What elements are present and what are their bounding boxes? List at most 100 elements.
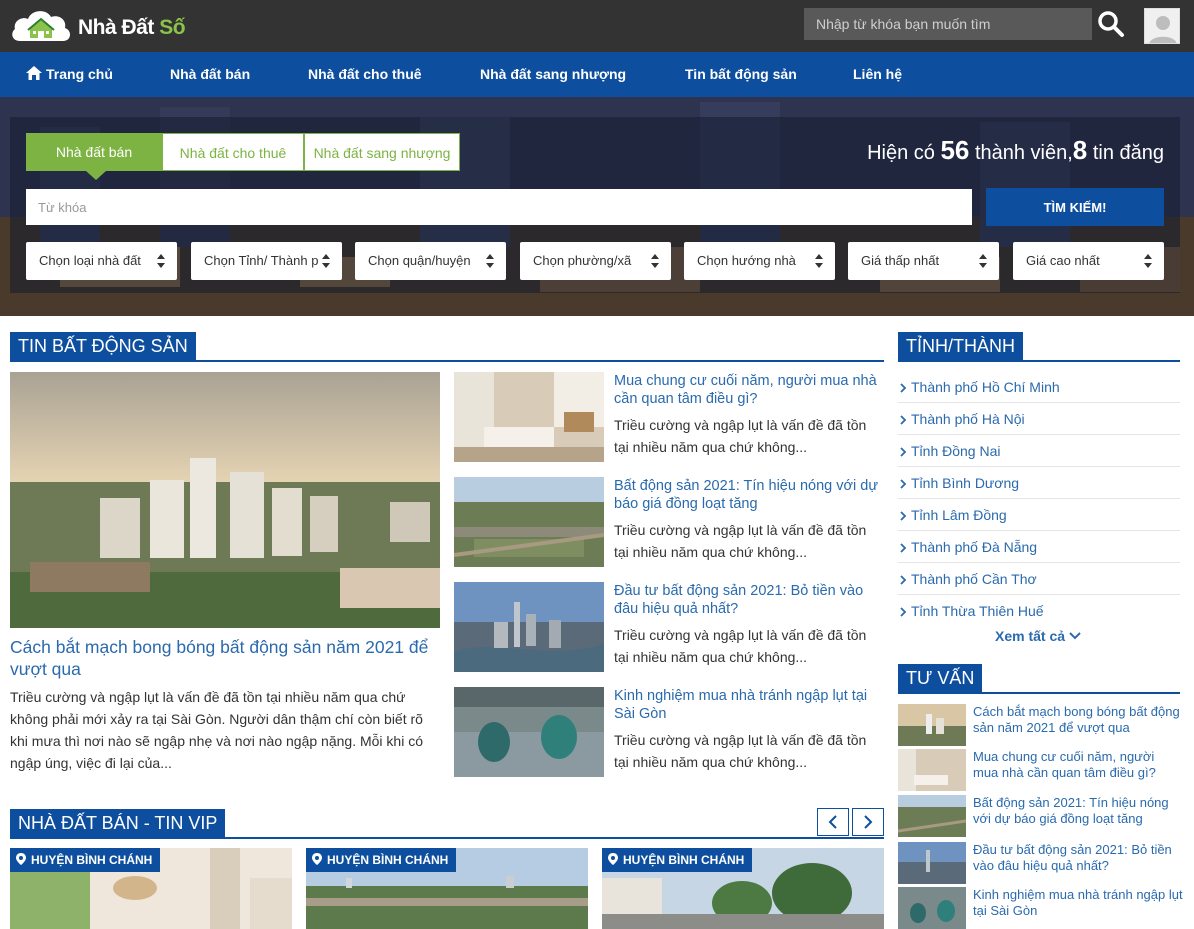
filter-district[interactable]: Chọn quận/huyện bbox=[355, 242, 506, 280]
news-thumb[interactable] bbox=[454, 582, 604, 672]
select-arrows-icon bbox=[1144, 254, 1152, 268]
member-count: 56 bbox=[940, 135, 970, 165]
advice-title[interactable]: Kinh nghiệm mua nhà tránh ngập lụt tại S… bbox=[973, 887, 1183, 919]
news-item: Bất động sản 2021: Tín hiệu nóng với dự … bbox=[454, 477, 884, 569]
province-item[interactable]: Tỉnh Đồng Nai bbox=[898, 435, 1180, 467]
chevron-right-icon bbox=[900, 511, 907, 521]
search-icon[interactable] bbox=[1097, 10, 1125, 38]
vip-next-button[interactable] bbox=[852, 808, 884, 836]
main-news-desc: Triều cường và ngập lụt là vấn đề đã tồn… bbox=[10, 689, 423, 771]
news-item: Kinh nghiệm mua nhà tránh ngập lụt tại S… bbox=[454, 687, 884, 779]
logo-cloud-icon bbox=[12, 11, 71, 41]
advice-item: Kinh nghiệm mua nhà tránh ngập lụt tại S… bbox=[898, 887, 1183, 929]
advice-item: Mua chung cư cuối năm, người mua nhà cần… bbox=[898, 749, 1180, 793]
advice-thumb[interactable] bbox=[898, 704, 966, 746]
nav-rent[interactable]: Nhà đất cho thuê bbox=[308, 52, 422, 97]
advice-thumb[interactable] bbox=[898, 795, 966, 837]
tab-transfer[interactable]: Nhà đất sang nhượng bbox=[304, 133, 460, 171]
chevron-left-icon bbox=[828, 815, 837, 829]
advice-thumb[interactable] bbox=[898, 749, 966, 791]
vip-location-badge: HUYỆN BÌNH CHÁNH bbox=[10, 848, 161, 872]
vip-prev-button[interactable] bbox=[817, 808, 849, 836]
vip-location-badge: HUYỆN BÌNH CHÁNH bbox=[306, 848, 457, 872]
advice-item: Bất động sản 2021: Tín hiệu nóng với dự … bbox=[898, 795, 1180, 839]
tab-sale[interactable]: Nhà đất bán bbox=[26, 133, 162, 171]
news-title[interactable]: Kinh nghiệm mua nhà tránh ngập lụt tại S… bbox=[614, 687, 884, 723]
active-tab-caret bbox=[86, 171, 106, 180]
province-item[interactable]: Thành phố Hồ Chí Minh bbox=[898, 371, 1180, 403]
nav-transfer[interactable]: Nhà đất sang nhượng bbox=[480, 52, 626, 97]
filter-direction[interactable]: Chọn hướng nhà bbox=[684, 242, 835, 280]
news-thumb[interactable] bbox=[454, 477, 604, 567]
news-item: Mua chung cư cuối năm, người mua nhà cần… bbox=[454, 372, 884, 464]
nav-sale[interactable]: Nhà đất bán bbox=[170, 52, 250, 97]
select-arrows-icon bbox=[157, 254, 165, 268]
news-desc: Triều cường và ngập lụt là vấn đề đã tồn… bbox=[614, 522, 867, 560]
main-news-image[interactable] bbox=[10, 372, 440, 628]
advice-thumb[interactable] bbox=[898, 842, 966, 884]
filter-ward[interactable]: Chọn phường/xã bbox=[520, 242, 671, 280]
chevron-down-icon bbox=[1069, 632, 1081, 640]
filter-min-price[interactable]: Giá thấp nhất bbox=[848, 242, 999, 280]
nav-home[interactable]: Trang chủ bbox=[26, 52, 113, 97]
advice-title[interactable]: Bất động sản 2021: Tín hiệu nóng với dự … bbox=[973, 795, 1183, 827]
chevron-right-icon bbox=[900, 479, 907, 489]
vip-listing-card[interactable]: HUYỆN BÌNH CHÁNH bbox=[306, 848, 588, 929]
provinces-heading: TỈNH/THÀNH bbox=[898, 332, 1180, 362]
nav-news[interactable]: Tin bất động sản bbox=[685, 52, 797, 97]
advice-item: Đầu tư bất động sản 2021: Bỏ tiền vào đâ… bbox=[898, 842, 1180, 886]
news-desc: Triều cường và ngập lụt là vấn đề đã tồn… bbox=[614, 627, 867, 665]
nav-contact[interactable]: Liên hệ bbox=[853, 52, 902, 97]
main-news-title[interactable]: Cách bắt mạch bong bóng bất động sản năm… bbox=[10, 636, 440, 680]
chevron-right-icon bbox=[900, 543, 907, 553]
keyword-input[interactable] bbox=[26, 189, 972, 225]
map-pin-icon bbox=[608, 853, 618, 865]
news-thumb[interactable] bbox=[454, 372, 604, 462]
chevron-right-icon bbox=[900, 447, 907, 457]
main-nav: Trang chủ Nhà đất bán Nhà đất cho thuê N… bbox=[0, 52, 1194, 97]
header-search-input[interactable] bbox=[804, 8, 1092, 40]
search-panel: Nhà đất bán Nhà đất cho thuê Nhà đất san… bbox=[10, 117, 1180, 293]
province-item[interactable]: Tỉnh Thừa Thiên Huế bbox=[898, 595, 1180, 627]
select-arrows-icon bbox=[651, 254, 659, 268]
filter-province[interactable]: Chọn Tỉnh/ Thành phố bbox=[191, 242, 342, 280]
advice-heading: TƯ VẤN bbox=[898, 664, 1180, 694]
user-avatar-icon[interactable] bbox=[1144, 8, 1180, 44]
filter-property-type[interactable]: Chọn loại nhà đất bbox=[26, 242, 177, 280]
news-thumb[interactable] bbox=[454, 687, 604, 777]
advice-title[interactable]: Cách bắt mạch bong bóng bất động sản năm… bbox=[973, 704, 1183, 736]
province-item[interactable]: Thành phố Hà Nội bbox=[898, 403, 1180, 435]
province-item[interactable]: Tỉnh Lâm Đồng bbox=[898, 499, 1180, 531]
map-pin-icon bbox=[312, 853, 322, 865]
advice-title[interactable]: Mua chung cư cuối năm, người mua nhà cần… bbox=[973, 749, 1183, 781]
chevron-right-icon bbox=[900, 383, 907, 393]
select-arrows-icon bbox=[979, 254, 987, 268]
logo-text: Nhà Đất Số bbox=[78, 16, 186, 39]
nav-home-label: Trang chủ bbox=[46, 66, 113, 82]
province-item[interactable]: Thành phố Cần Thơ bbox=[898, 563, 1180, 595]
news-item: Đầu tư bất động sản 2021: Bỏ tiền vào đâ… bbox=[454, 582, 884, 674]
map-pin-icon bbox=[16, 853, 26, 865]
vip-location-badge: HUYỆN BÌNH CHÁNH bbox=[602, 848, 753, 872]
filter-max-price[interactable]: Giá cao nhất bbox=[1013, 242, 1164, 280]
see-all-provinces-link[interactable]: Xem tất cả bbox=[995, 628, 1081, 644]
site-logo[interactable]: Nhà Đất Số bbox=[10, 5, 200, 45]
vip-listing-card[interactable]: HUYỆN BÌNH CHÁNH bbox=[10, 848, 292, 929]
news-title[interactable]: Đầu tư bất động sản 2021: Bỏ tiền vào đâ… bbox=[614, 582, 884, 618]
select-arrows-icon bbox=[815, 254, 823, 268]
search-button[interactable]: TÌM KIẾM! bbox=[986, 188, 1164, 226]
province-item[interactable]: Thành phố Đà Nẵng bbox=[898, 531, 1180, 563]
news-title[interactable]: Mua chung cư cuối năm, người mua nhà cần… bbox=[614, 372, 884, 408]
province-item[interactable]: Tỉnh Bình Dương bbox=[898, 467, 1180, 499]
select-arrows-icon bbox=[486, 254, 494, 268]
advice-thumb[interactable] bbox=[898, 887, 966, 929]
news-title[interactable]: Bất động sản 2021: Tín hiệu nóng với dự … bbox=[614, 477, 884, 513]
advice-title[interactable]: Đầu tư bất động sản 2021: Bỏ tiền vào đâ… bbox=[973, 842, 1183, 874]
vip-listing-card[interactable]: HUYỆN BÌNH CHÁNH bbox=[602, 848, 884, 929]
vip-heading: NHÀ ĐẤT BÁN - TIN VIP bbox=[10, 809, 884, 839]
news-desc: Triều cường và ngập lụt là vấn đề đã tồn… bbox=[614, 732, 867, 770]
hero-banner: Nhà đất bán Nhà đất cho thuê Nhà đất san… bbox=[0, 97, 1194, 316]
tab-rent[interactable]: Nhà đất cho thuê bbox=[162, 133, 304, 171]
top-bar: Nhà Đất Số bbox=[0, 0, 1194, 52]
news-heading: TIN BẤT ĐỘNG SẢN bbox=[10, 332, 884, 362]
